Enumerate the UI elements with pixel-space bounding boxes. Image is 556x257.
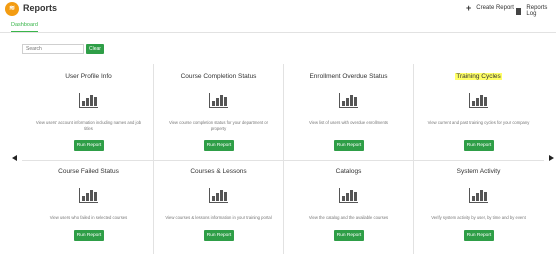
card-title-text: Training Cycles bbox=[455, 73, 502, 80]
run-report-button[interactable]: Run Report bbox=[204, 230, 234, 241]
plus-icon: + bbox=[466, 3, 472, 13]
bar-chart-icon bbox=[79, 93, 98, 108]
run-report-button[interactable]: Run Report bbox=[464, 140, 494, 151]
bar-chart-icon bbox=[209, 188, 228, 203]
report-card: User Profile Info View users' account inf… bbox=[24, 66, 153, 161]
bar-chart-icon bbox=[209, 93, 228, 108]
report-card: Courses & Lessons View courses & lessons … bbox=[154, 161, 283, 256]
run-report-button[interactable]: Run Report bbox=[204, 140, 234, 151]
chevron-left-icon[interactable] bbox=[12, 155, 17, 161]
card-description: View users' account information includin… bbox=[35, 120, 142, 131]
create-report-label: Create Report bbox=[476, 5, 514, 11]
card-title: Courses & Lessons bbox=[154, 168, 283, 175]
card-title: Course Failed Status bbox=[24, 168, 153, 175]
card-title: System Activity bbox=[414, 168, 543, 175]
tab-dashboard[interactable]: Dashboard bbox=[11, 22, 38, 32]
card-title-text: System Activity bbox=[456, 168, 501, 175]
card-description: View the catalog and the available cours… bbox=[308, 215, 389, 220]
run-report-button[interactable]: Run Report bbox=[334, 230, 364, 241]
bar-chart-icon bbox=[469, 93, 488, 108]
report-card: Course Completion Status View course comp… bbox=[154, 66, 283, 161]
card-description: View users who failed in selected course… bbox=[49, 215, 128, 220]
card-description: View course completion status for your d… bbox=[168, 120, 269, 131]
card-title-text: Course Completion Status bbox=[180, 73, 257, 80]
run-report-button[interactable]: Run Report bbox=[464, 230, 494, 241]
bar-chart-icon bbox=[79, 188, 98, 203]
card-title-text: Catalogs bbox=[335, 168, 362, 175]
top-bar: ≋ Reports + Create Report Reports Log bbox=[0, 0, 556, 18]
bar-chart-icon bbox=[339, 93, 358, 108]
run-report-button[interactable]: Run Report bbox=[74, 230, 104, 241]
tab-bar: Dashboard bbox=[0, 18, 556, 33]
page-title: Reports bbox=[23, 3, 58, 13]
report-card: Course Failed Status View users who faile… bbox=[24, 161, 153, 256]
card-title: Catalogs bbox=[284, 168, 413, 175]
card-title-text: Enrollment Overdue Status bbox=[309, 73, 388, 80]
card-title-text: Course Failed Status bbox=[58, 168, 119, 175]
card-description: View list of users with overdue enrollme… bbox=[308, 120, 389, 125]
reports-app-logo: ≋ bbox=[5, 2, 19, 16]
card-title: Course Completion Status bbox=[154, 73, 283, 80]
run-report-button[interactable]: Run Report bbox=[334, 140, 364, 151]
search-input[interactable] bbox=[22, 44, 84, 54]
bar-chart-icon bbox=[469, 188, 488, 203]
card-description: Verify system activity by user, by time … bbox=[431, 215, 526, 220]
reports-log-button[interactable]: Reports Log bbox=[516, 5, 556, 17]
card-title-text: Courses & Lessons bbox=[190, 168, 247, 175]
card-title-text: User Profile Info bbox=[65, 73, 112, 80]
card-description: View courses & lessons information in yo… bbox=[165, 215, 272, 220]
report-card: Catalogs View the catalog and the availab… bbox=[284, 161, 413, 256]
card-description: View current and past training cycles fo… bbox=[427, 120, 530, 125]
card-title: Training Cycles bbox=[414, 73, 543, 80]
report-card: Training Cycles View current and past tra… bbox=[414, 66, 543, 161]
report-card: System Activity Verify system activity by… bbox=[414, 161, 543, 256]
bar-chart-icon bbox=[339, 188, 358, 203]
chevron-right-icon[interactable] bbox=[549, 155, 554, 161]
card-title: Enrollment Overdue Status bbox=[284, 73, 413, 80]
card-title: User Profile Info bbox=[24, 73, 153, 80]
create-report-button[interactable]: + Create Report bbox=[466, 3, 514, 13]
document-icon bbox=[516, 7, 522, 15]
reports-log-label: Reports Log bbox=[526, 5, 548, 17]
clear-button[interactable]: Clear bbox=[86, 44, 104, 54]
report-card: Enrollment Overdue Status View list of us… bbox=[284, 66, 413, 161]
run-report-button[interactable]: Run Report bbox=[74, 140, 104, 151]
